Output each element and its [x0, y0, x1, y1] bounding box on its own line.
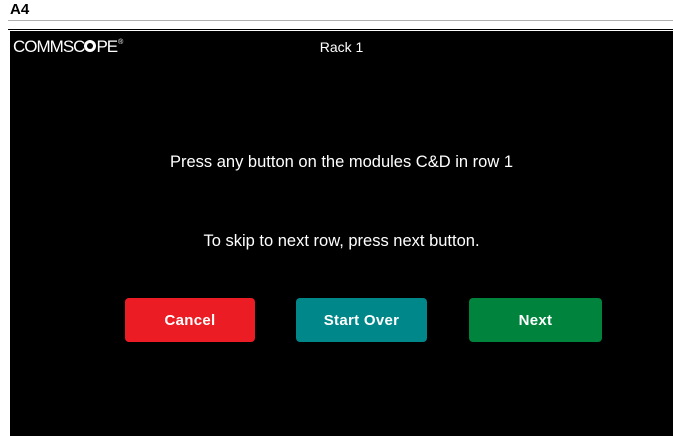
device-screen: COMMSC PE ® Rack 1 Press any button on t…	[10, 31, 673, 436]
cancel-button[interactable]: Cancel	[125, 298, 255, 342]
header-divider	[8, 29, 673, 30]
top-divider	[8, 20, 673, 21]
next-button[interactable]: Next	[469, 298, 602, 342]
next-button-label: Next	[518, 311, 553, 329]
cancel-button-label: Cancel	[164, 311, 216, 329]
start-over-button[interactable]: Start Over	[296, 298, 427, 342]
start-over-button-label: Start Over	[323, 311, 400, 329]
page: A4 COMMSC PE ® Rack 1 Press any button o…	[0, 0, 673, 436]
instruction-text: Press any button on the modules C&D in r…	[169, 153, 513, 171]
screen-title: Rack 1	[319, 39, 364, 55]
page-label: A4	[10, 1, 30, 18]
skip-hint-text: To skip to next row, press next button.	[203, 232, 480, 250]
